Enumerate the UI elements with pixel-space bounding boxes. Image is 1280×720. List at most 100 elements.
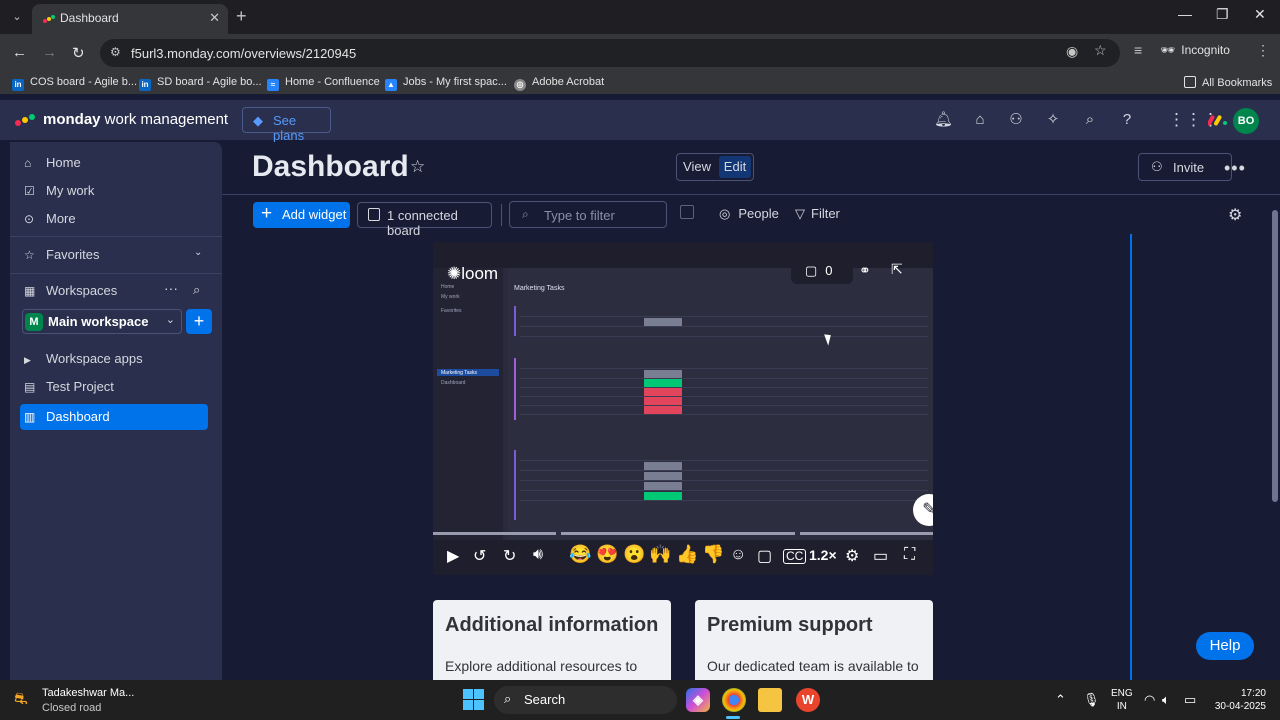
browser-menu-icon[interactable]: ⋮ — [1256, 42, 1270, 59]
bookmark-item[interactable]: ◎ Adobe Acrobat — [514, 76, 604, 91]
tab-search-icon[interactable]: ⌄ — [8, 8, 26, 26]
add-reaction-icon[interactable]: ☺ — [730, 546, 746, 564]
thumbs-down-emoji-icon[interactable]: 👎 — [702, 544, 724, 565]
media-control-icon[interactable]: ≡ — [1134, 42, 1142, 58]
heart-eyes-emoji-icon[interactable]: 😍 — [596, 544, 618, 565]
open-external-icon[interactable]: ⇱ — [891, 261, 903, 278]
taskbar-search[interactable]: ⌕ Search — [494, 686, 677, 714]
monday-products-icon[interactable] — [1208, 113, 1228, 127]
bookmark-item[interactable]: in COS board - Agile b... — [12, 76, 137, 91]
scrollbar[interactable] — [1272, 210, 1278, 502]
volume-icon[interactable]: 🔊︎ — [533, 546, 543, 564]
all-bookmarks[interactable]: All Bookmarks — [1184, 76, 1272, 89]
sidebar-workspaces[interactable]: ▦ Workspaces — [24, 283, 117, 298]
inbox-icon[interactable]: ⌂ — [971, 111, 989, 129]
search-icon[interactable]: ⌕ — [1081, 111, 1099, 129]
favorite-star-icon[interactable]: ☆ — [410, 157, 425, 177]
forward-icon[interactable]: → — [42, 44, 57, 61]
connected-boards-button[interactable]: 1 connected board — [357, 202, 492, 238]
forward-icon[interactable]: ↻ — [503, 546, 516, 566]
file-explorer-icon[interactable] — [758, 688, 782, 712]
settings-gear-icon[interactable]: ⚙ — [845, 546, 859, 566]
bell-icon[interactable]: 🔔︎ — [934, 111, 953, 129]
maximize-icon[interactable]: ❐ — [1216, 6, 1229, 23]
workspace-selector[interactable]: M Main workspace ⌄ — [22, 309, 182, 334]
omnibox[interactable]: ⚙ f5url3.monday.com/overviews/2120945 — [100, 39, 1120, 67]
language-indicator[interactable]: ENG IN — [1111, 687, 1133, 713]
minimize-icon[interactable]: — — [1178, 6, 1192, 22]
sidebar-item-more[interactable]: ⊙ More — [24, 211, 76, 226]
premium-support-card[interactable]: Premium support Our dedicated team is av… — [695, 600, 933, 690]
eye-off-icon[interactable]: ◉ — [1066, 43, 1078, 60]
sidebar-item-test-project[interactable]: ▤ Test Project — [24, 379, 114, 394]
reload-icon[interactable]: ↻ — [72, 44, 85, 62]
filter-input[interactable]: ⌕ Type to filter — [509, 201, 667, 228]
invite-members-icon[interactable]: ⚇ — [1007, 111, 1025, 129]
avatar[interactable]: BO — [1233, 108, 1259, 134]
browser-tab[interactable]: Dashboard ✕ — [32, 4, 228, 34]
page-title[interactable]: Dashboard — [252, 150, 409, 184]
help-icon[interactable]: ? — [1118, 111, 1136, 129]
close-window-icon[interactable]: ✕ — [1254, 6, 1266, 23]
video-progress-bar[interactable] — [433, 532, 933, 535]
thumbs-up-emoji-icon[interactable]: 👍 — [676, 544, 698, 565]
site-info-icon[interactable]: ⚙ — [110, 45, 121, 59]
wifi-icon[interactable]: ◠ — [1144, 692, 1155, 708]
speaker-icon[interactable]: 🔈︎ — [1162, 692, 1170, 708]
windows-start-icon[interactable] — [463, 689, 485, 711]
comment-icon[interactable]: ▢ — [757, 546, 772, 566]
copy-link-icon[interactable]: ⚭ — [859, 262, 871, 279]
brand-name[interactable]: monday work management — [43, 111, 228, 128]
playback-speed[interactable]: 1.2× — [809, 547, 837, 563]
copilot-icon[interactable]: ◈ — [686, 688, 710, 712]
incognito-indicator[interactable]: 🕶 Incognito — [1160, 43, 1230, 57]
picture-in-picture-icon[interactable]: ▭ — [873, 546, 888, 566]
view-mode-button[interactable]: View — [677, 154, 717, 180]
laugh-emoji-icon[interactable]: 😂 — [569, 544, 591, 565]
people-filter-button[interactable]: ◎ People — [719, 206, 779, 222]
app-switcher-icon[interactable]: ⋮⋮⋮ — [1168, 111, 1219, 129]
loom-video-widget[interactable]: Home My work Favorites Marketing Tasks D… — [433, 242, 933, 575]
add-item-button[interactable]: + — [186, 309, 212, 334]
sidebar-item-workspace-apps[interactable]: ▶ Workspace apps — [24, 351, 143, 366]
invite-button[interactable]: ⚇ Invite — [1138, 153, 1232, 181]
fullscreen-icon[interactable]: ⛶ — [904, 546, 915, 564]
captions-icon[interactable]: CC — [783, 549, 807, 564]
apps-marketplace-icon[interactable]: ✧ — [1044, 111, 1062, 129]
microphone-icon[interactable]: 🎙︎ — [1083, 692, 1100, 708]
new-tab-icon[interactable]: + — [236, 6, 247, 27]
sidebar-item-dashboard[interactable]: ▥ Dashboard — [24, 409, 110, 424]
more-options-icon[interactable]: ··· — [164, 280, 178, 296]
back-icon[interactable]: ← — [12, 44, 27, 61]
play-icon[interactable]: ▶ — [447, 546, 459, 566]
raised-hands-emoji-icon[interactable]: 🙌 — [649, 544, 671, 565]
save-icon[interactable] — [680, 205, 694, 219]
workspace-search-icon[interactable]: ⌕ — [193, 282, 200, 298]
sidebar-favorites[interactable]: ☆ Favorites — [24, 247, 99, 262]
close-tab-icon[interactable]: ✕ — [209, 10, 220, 26]
bookmark-item[interactable]: in SD board - Agile bo... — [139, 76, 262, 91]
rewind-icon[interactable]: ↺ — [473, 546, 486, 566]
see-plans-button[interactable]: ◆ See plans — [242, 107, 331, 143]
chrome-icon[interactable] — [722, 688, 746, 712]
tray-chevron-up-icon[interactable]: ⌃ — [1055, 692, 1066, 708]
bookmark-star-icon[interactable]: ☆ — [1094, 42, 1107, 59]
bookmark-item[interactable]: ▲ Jobs - My first spac... — [385, 76, 507, 91]
additional-information-card[interactable]: Additional information Explore additiona… — [433, 600, 671, 690]
more-actions-icon[interactable]: ••• — [1224, 158, 1246, 179]
bookmark-item[interactable]: ≈ Home - Confluence — [267, 76, 380, 91]
help-button[interactable]: Help — [1196, 632, 1254, 660]
edit-mode-button[interactable]: Edit — [719, 156, 751, 178]
clock[interactable]: 17:20 30-04-2025 — [1210, 687, 1266, 713]
sidebar-item-my-work[interactable]: ☑ My work — [24, 183, 94, 198]
office-app-icon[interactable]: W — [796, 688, 820, 712]
battery-icon[interactable]: ▭ — [1184, 692, 1196, 708]
sidebar-item-home[interactable]: ⌂ Home — [24, 155, 81, 170]
settings-gear-icon[interactable]: ⚙ — [1228, 205, 1242, 225]
filter-button[interactable]: ▽ Filter — [795, 206, 840, 222]
url-text[interactable]: f5url3.monday.com/overviews/2120945 — [131, 46, 356, 61]
surprised-emoji-icon[interactable]: 😮 — [623, 544, 645, 565]
video-comments-button[interactable]: ▢ 0 — [791, 258, 853, 284]
chevron-down-icon[interactable]: ⌄ — [194, 247, 202, 258]
add-widget-button[interactable]: + Add widget — [253, 202, 350, 228]
